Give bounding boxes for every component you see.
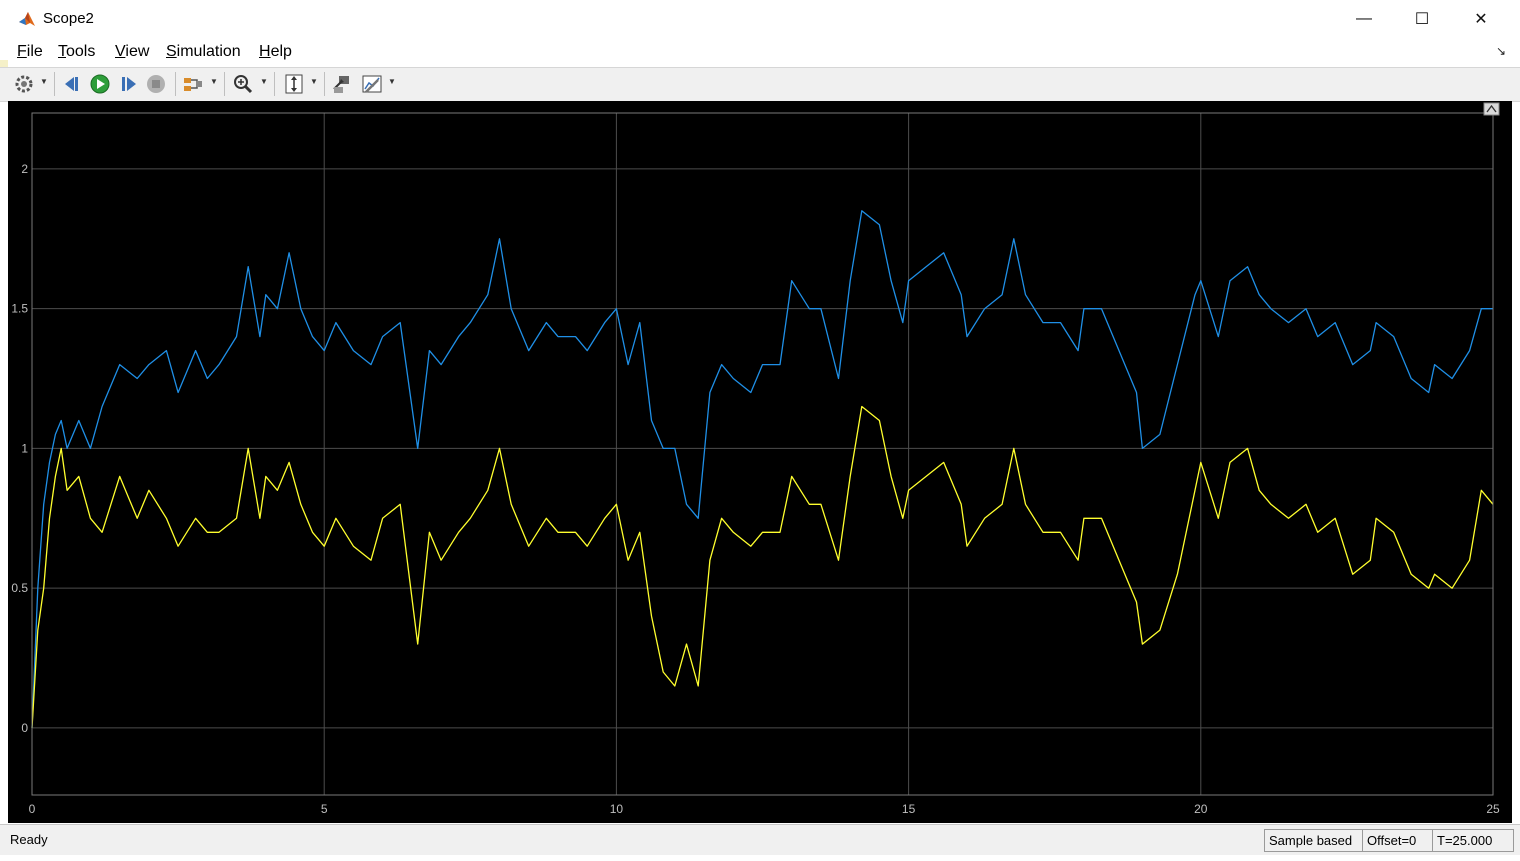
y-tick-label: 1.5 bbox=[11, 302, 28, 316]
signal-select-dropdown-icon[interactable]: ▼ bbox=[210, 77, 218, 86]
toolbar-separator bbox=[324, 72, 325, 96]
undock-arrow-icon[interactable]: ↘ bbox=[1496, 44, 1506, 58]
x-tick-label: 10 bbox=[610, 802, 624, 816]
toolbar: ▼ ▼ ▼ ▼ ▼ bbox=[0, 67, 1520, 102]
autoscale-icon[interactable] bbox=[283, 73, 305, 95]
matlab-logo-icon bbox=[18, 10, 36, 28]
x-tick-label: 5 bbox=[321, 802, 328, 816]
step-forward-icon[interactable] bbox=[117, 73, 139, 95]
y-tick-label: 2 bbox=[21, 162, 28, 176]
grid-lines bbox=[31, 113, 1494, 795]
x-tick-label: 20 bbox=[1194, 802, 1208, 816]
status-bar: Ready Sample based Offset=0 T=25.000 bbox=[0, 824, 1520, 855]
menu-simulation[interactable]: Simulation bbox=[166, 43, 241, 61]
x-tick-labels: 0 5 10 15 20 25 bbox=[29, 802, 1500, 816]
sample-mode-indicator: Sample based bbox=[1264, 829, 1367, 852]
toolbar-separator bbox=[224, 72, 225, 96]
menu-view[interactable]: View bbox=[115, 43, 149, 61]
run-icon[interactable] bbox=[89, 73, 111, 95]
time-indicator: T=25.000 bbox=[1432, 829, 1514, 852]
minimize-button[interactable]: — bbox=[1335, 0, 1393, 38]
highlight-block-icon[interactable] bbox=[331, 73, 353, 95]
menu-file[interactable]: File bbox=[17, 43, 43, 61]
y-tick-labels: 0 0.5 1 1.5 2 bbox=[11, 162, 28, 735]
window-title: Scope2 bbox=[43, 10, 94, 27]
toolbar-separator bbox=[274, 72, 275, 96]
close-icon: ✕ bbox=[1474, 11, 1488, 28]
series-lines bbox=[31, 210, 1494, 728]
minimize-icon: — bbox=[1356, 10, 1372, 27]
title-bar: Scope2 — ☐ ✕ bbox=[0, 0, 1520, 38]
maximize-button[interactable]: ☐ bbox=[1393, 0, 1451, 38]
y-tick-label: 0.5 bbox=[11, 581, 28, 595]
series-line-2 bbox=[31, 405, 1494, 728]
signal-select-icon[interactable] bbox=[182, 73, 204, 95]
toolbar-separator bbox=[175, 72, 176, 96]
status-ready-text: Ready bbox=[10, 832, 48, 847]
toolbar-separator bbox=[54, 72, 55, 96]
offset-indicator: Offset=0 bbox=[1362, 829, 1434, 852]
x-tick-label: 15 bbox=[902, 802, 916, 816]
y-tick-label: 0 bbox=[21, 721, 28, 735]
zoom-dropdown-icon[interactable]: ▼ bbox=[260, 77, 268, 86]
scope-chart[interactable]: 0 5 10 15 20 25 0 0.5 1 1.5 2 bbox=[8, 101, 1512, 823]
menu-tools[interactable]: Tools bbox=[58, 43, 95, 61]
scope-plot-panel: 0 5 10 15 20 25 0 0.5 1 1.5 2 bbox=[8, 101, 1512, 823]
maximize-icon: ☐ bbox=[1414, 11, 1430, 28]
close-button[interactable]: ✕ bbox=[1452, 0, 1510, 38]
x-tick-label: 0 bbox=[29, 802, 36, 816]
style-edit-icon[interactable] bbox=[361, 73, 383, 95]
maximize-axes-button[interactable] bbox=[1483, 102, 1500, 116]
zoom-in-icon[interactable] bbox=[232, 73, 254, 95]
step-back-icon[interactable] bbox=[62, 73, 84, 95]
style-dropdown-icon[interactable]: ▼ bbox=[388, 77, 396, 86]
y-tick-label: 1 bbox=[21, 441, 28, 455]
x-tick-label: 25 bbox=[1486, 802, 1500, 816]
axes-frame bbox=[31, 112, 1494, 796]
stop-icon[interactable] bbox=[145, 73, 167, 95]
settings-icon[interactable] bbox=[13, 73, 35, 95]
menu-bar: File Tools View Simulation Help ↘ bbox=[0, 40, 1520, 66]
menu-help[interactable]: Help bbox=[259, 43, 292, 61]
autoscale-dropdown-icon[interactable]: ▼ bbox=[310, 77, 318, 86]
settings-dropdown-icon[interactable]: ▼ bbox=[40, 77, 48, 86]
